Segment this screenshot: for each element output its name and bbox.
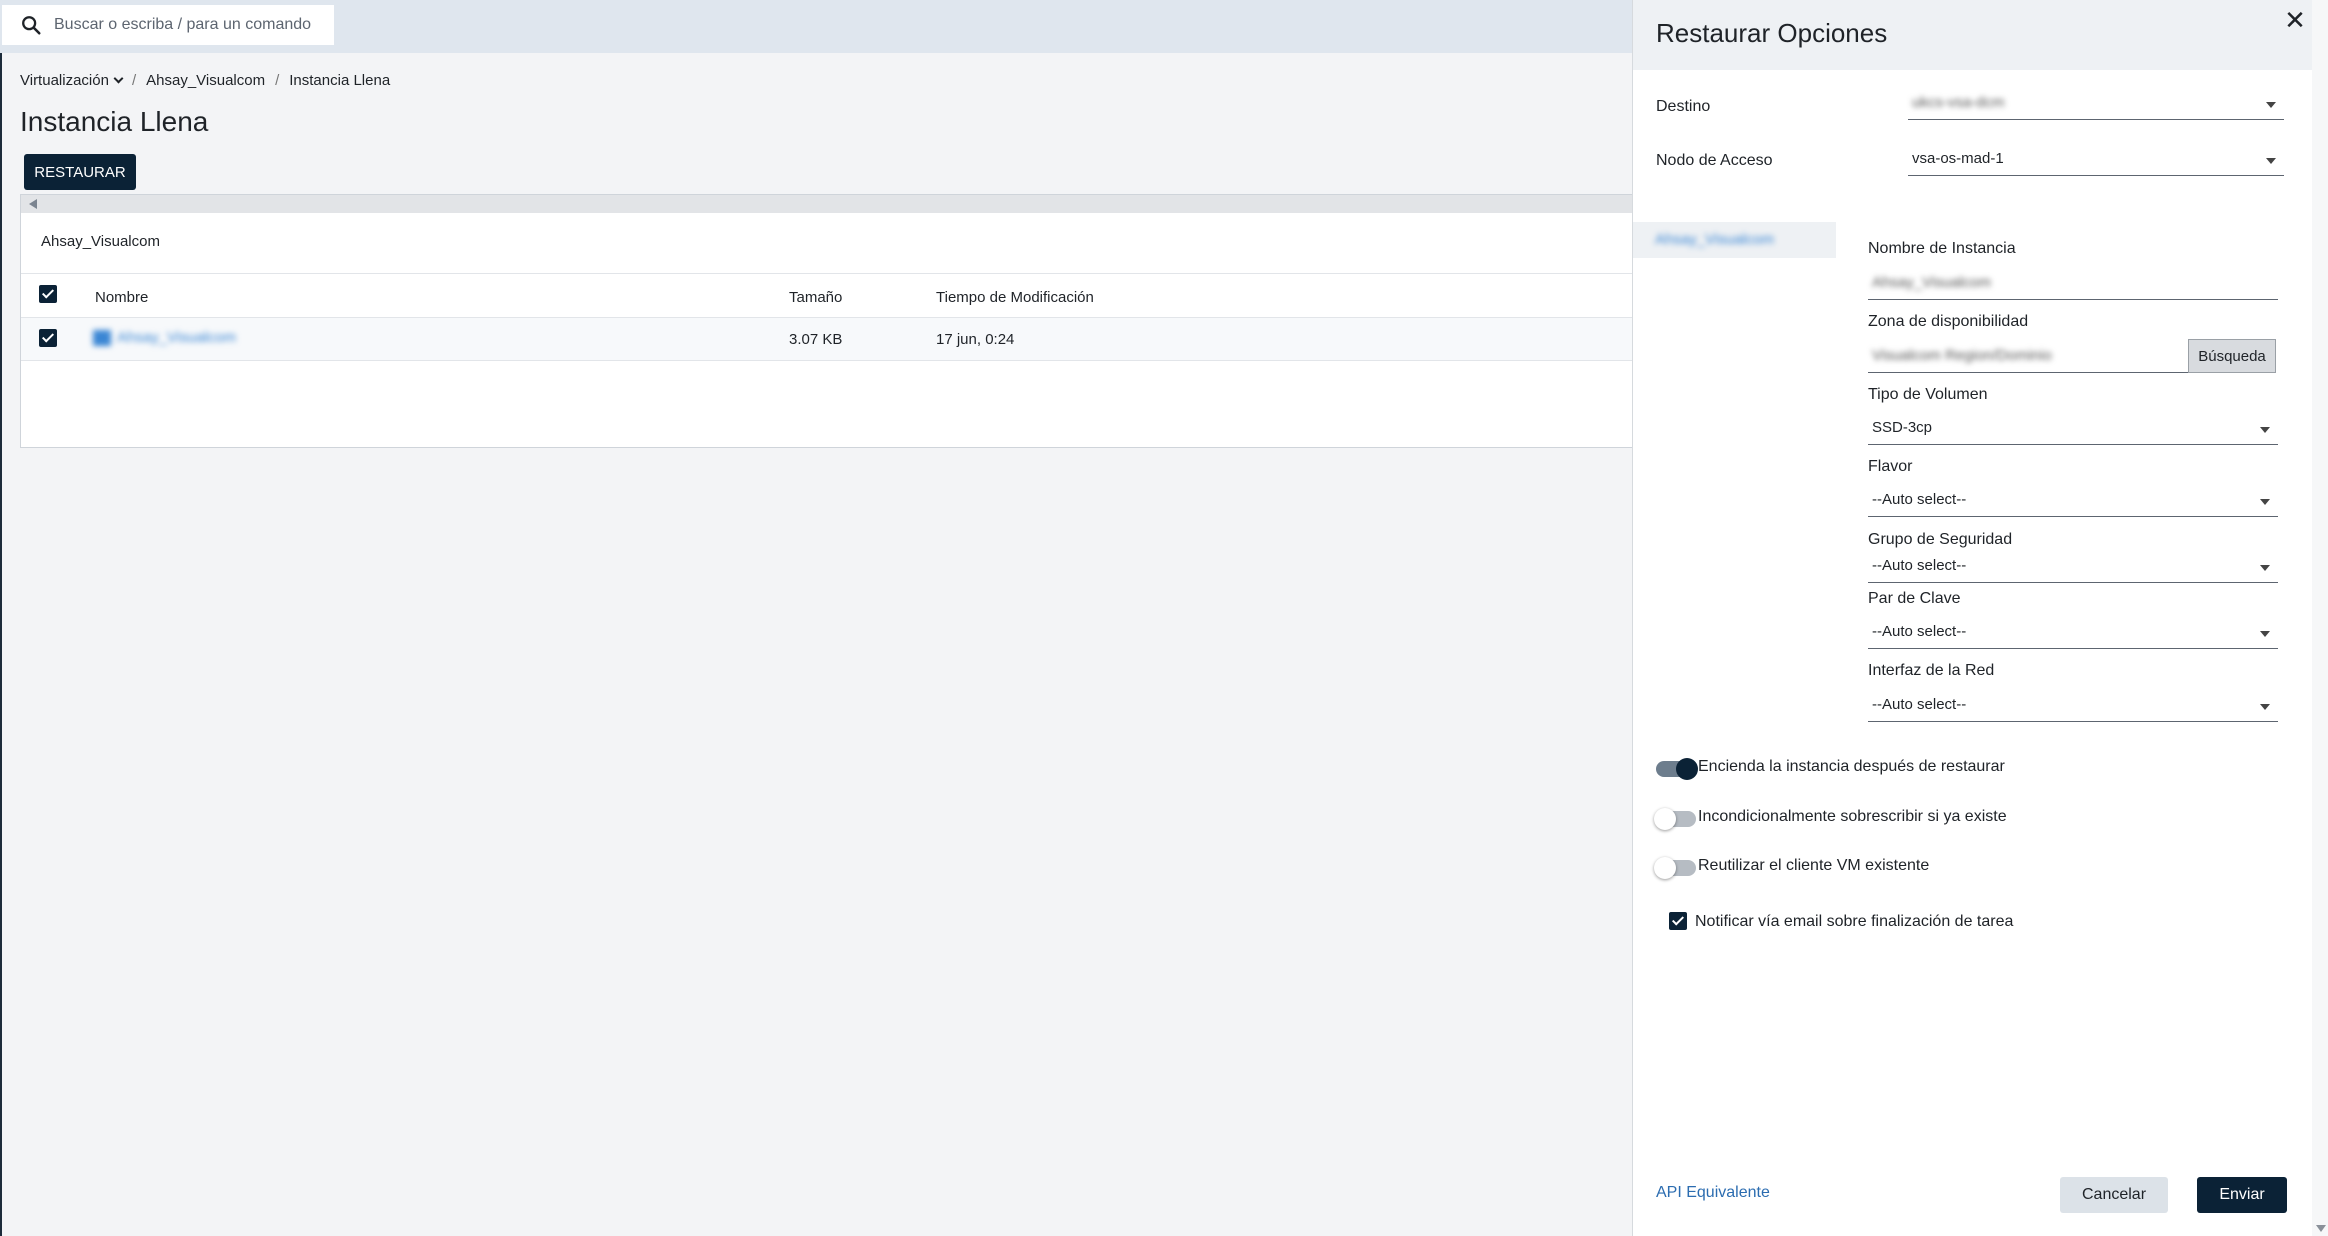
divider: [21, 273, 1634, 274]
column-header-name[interactable]: Nombre: [95, 289, 148, 306]
drawer-header: Restaurar Opciones: [1633, 0, 2328, 70]
destino-select[interactable]: ukcs-vsa-dcm: [1908, 90, 2284, 120]
flavor-value: --Auto select--: [1872, 491, 1967, 508]
reuse-vm-label: Reutilizar el cliente VM existente: [1698, 857, 1930, 874]
clave-label: Par de Clave: [1868, 590, 1961, 607]
grupo-label: Grupo de Seguridad: [1868, 531, 2013, 548]
dropdown-caret-icon: [2260, 631, 2270, 637]
zona-value: Visualcom Region/Dominio: [1872, 347, 2052, 364]
vm-icon: [93, 330, 111, 347]
nombre-label: Nombre de Instancia: [1868, 240, 2016, 257]
search-icon: [22, 16, 41, 35]
breadcrumb-current: Instancia Llena: [289, 72, 391, 89]
instance-list-item-label: Ahsay_Visualcom: [1655, 231, 1774, 248]
power-on-label: Encienda la instancia después de restaur…: [1698, 758, 2005, 775]
horizontal-scrollbar[interactable]: [21, 195, 1634, 213]
red-select[interactable]: --Auto select--: [1868, 690, 2278, 722]
nombre-input[interactable]: Ahsay_Visualcom: [1868, 268, 2278, 300]
column-header-modified[interactable]: Tiempo de Modificación: [936, 289, 1094, 306]
cancel-button[interactable]: Cancelar: [2060, 1177, 2168, 1213]
row-name[interactable]: Ahsay_Visualcom: [93, 329, 236, 347]
dropdown-caret-icon: [2260, 499, 2270, 505]
page-title: Instancia Llena: [20, 106, 209, 137]
reuse-vm-toggle[interactable]: [1654, 857, 1696, 879]
breadcrumb-virtualization[interactable]: Virtualización: [20, 72, 124, 89]
dropdown-caret-icon: [2266, 158, 2276, 164]
row-name-text: Ahsay_Visualcom: [117, 329, 236, 346]
api-equivalent-link[interactable]: API Equivalente: [1656, 1184, 1770, 1202]
row-checkbox[interactable]: [39, 329, 57, 347]
toggle-knob: [1676, 758, 1698, 780]
search-input[interactable]: Buscar o escriba / para un comando: [54, 16, 311, 34]
breadcrumb-label: Virtualización: [20, 72, 109, 89]
overwrite-label: Incondicionalmente sobrescribir si ya ex…: [1698, 808, 2007, 825]
volumen-value: SSD-3cp: [1872, 419, 1933, 436]
breadcrumb: Virtualización / Ahsay_Visualcom / Insta…: [20, 72, 390, 89]
destino-label: Destino: [1656, 98, 1711, 115]
nombre-value: Ahsay_Visualcom: [1872, 274, 1991, 291]
zona-input[interactable]: Visualcom Region/Dominio: [1868, 341, 2188, 373]
row-modified: 17 jun, 0:24: [936, 331, 1015, 348]
clave-value: --Auto select--: [1872, 623, 1967, 640]
flavor-select[interactable]: --Auto select--: [1868, 485, 2278, 517]
notify-email-label: Notificar vía email sobre finalización d…: [1695, 913, 2014, 930]
red-value: --Auto select--: [1872, 696, 1967, 713]
drawer-scrollbar[interactable]: [2312, 0, 2328, 1236]
dropdown-caret-icon: [2266, 102, 2276, 108]
dropdown-caret-icon: [2260, 427, 2270, 433]
grupo-select[interactable]: --Auto select--: [1868, 551, 2278, 583]
top-bar: Buscar o escriba / para un comando: [0, 0, 1635, 53]
scroll-down-icon[interactable]: [2316, 1225, 2326, 1232]
select-all-checkbox[interactable]: [39, 285, 57, 303]
nodo-select[interactable]: vsa-os-mad-1: [1908, 146, 2284, 176]
scroll-left-icon[interactable]: [29, 199, 37, 209]
busqueda-button[interactable]: Búsqueda: [2188, 339, 2276, 373]
breadcrumb-ahsay[interactable]: Ahsay_Visualcom: [146, 72, 265, 89]
dropdown-caret-icon: [2260, 565, 2270, 571]
nodo-label: Nodo de Acceso: [1656, 152, 1773, 169]
chevron-down-icon: [113, 73, 124, 84]
dropdown-caret-icon: [2260, 704, 2270, 710]
toggle-knob: [1654, 808, 1676, 830]
instance-list-item[interactable]: Ahsay_Visualcom: [1633, 222, 1836, 258]
restore-options-drawer: Restaurar Opciones ✕ Destino ukcs-vsa-dc…: [1632, 0, 2328, 1236]
grupo-value: --Auto select--: [1872, 557, 1967, 574]
zona-label: Zona de disponibilidad: [1868, 313, 2029, 330]
close-icon[interactable]: ✕: [2281, 6, 2309, 34]
row-size: 3.07 KB: [789, 331, 843, 348]
clave-select[interactable]: --Auto select--: [1868, 617, 2278, 649]
drawer-title: Restaurar Opciones: [1656, 18, 1888, 48]
notify-email-checkbox[interactable]: [1669, 912, 1687, 930]
flavor-label: Flavor: [1868, 458, 1913, 475]
restore-button[interactable]: RESTAURAR: [24, 154, 136, 190]
column-header-size[interactable]: Tamaño: [789, 289, 842, 306]
overwrite-toggle[interactable]: [1654, 808, 1696, 830]
file-browser-panel: Ahsay_Visualcom Nombre Tamaño Tiempo de …: [20, 194, 1635, 448]
breadcrumb-separator: /: [131, 72, 137, 89]
breadcrumb-separator: /: [275, 72, 280, 89]
left-edge: [0, 53, 2, 1236]
destino-value: ukcs-vsa-dcm: [1912, 94, 2005, 111]
toggle-knob: [1654, 857, 1676, 879]
panel-header: Ahsay_Visualcom: [41, 233, 160, 250]
submit-button[interactable]: Enviar: [2197, 1177, 2287, 1213]
nodo-value: vsa-os-mad-1: [1912, 150, 2004, 167]
volumen-label: Tipo de Volumen: [1868, 386, 1988, 403]
volumen-select[interactable]: SSD-3cp: [1868, 413, 2278, 445]
red-label: Interfaz de la Red: [1868, 662, 1995, 679]
power-on-toggle[interactable]: [1656, 758, 1698, 780]
command-search[interactable]: Buscar o escriba / para un comando: [2, 5, 334, 45]
